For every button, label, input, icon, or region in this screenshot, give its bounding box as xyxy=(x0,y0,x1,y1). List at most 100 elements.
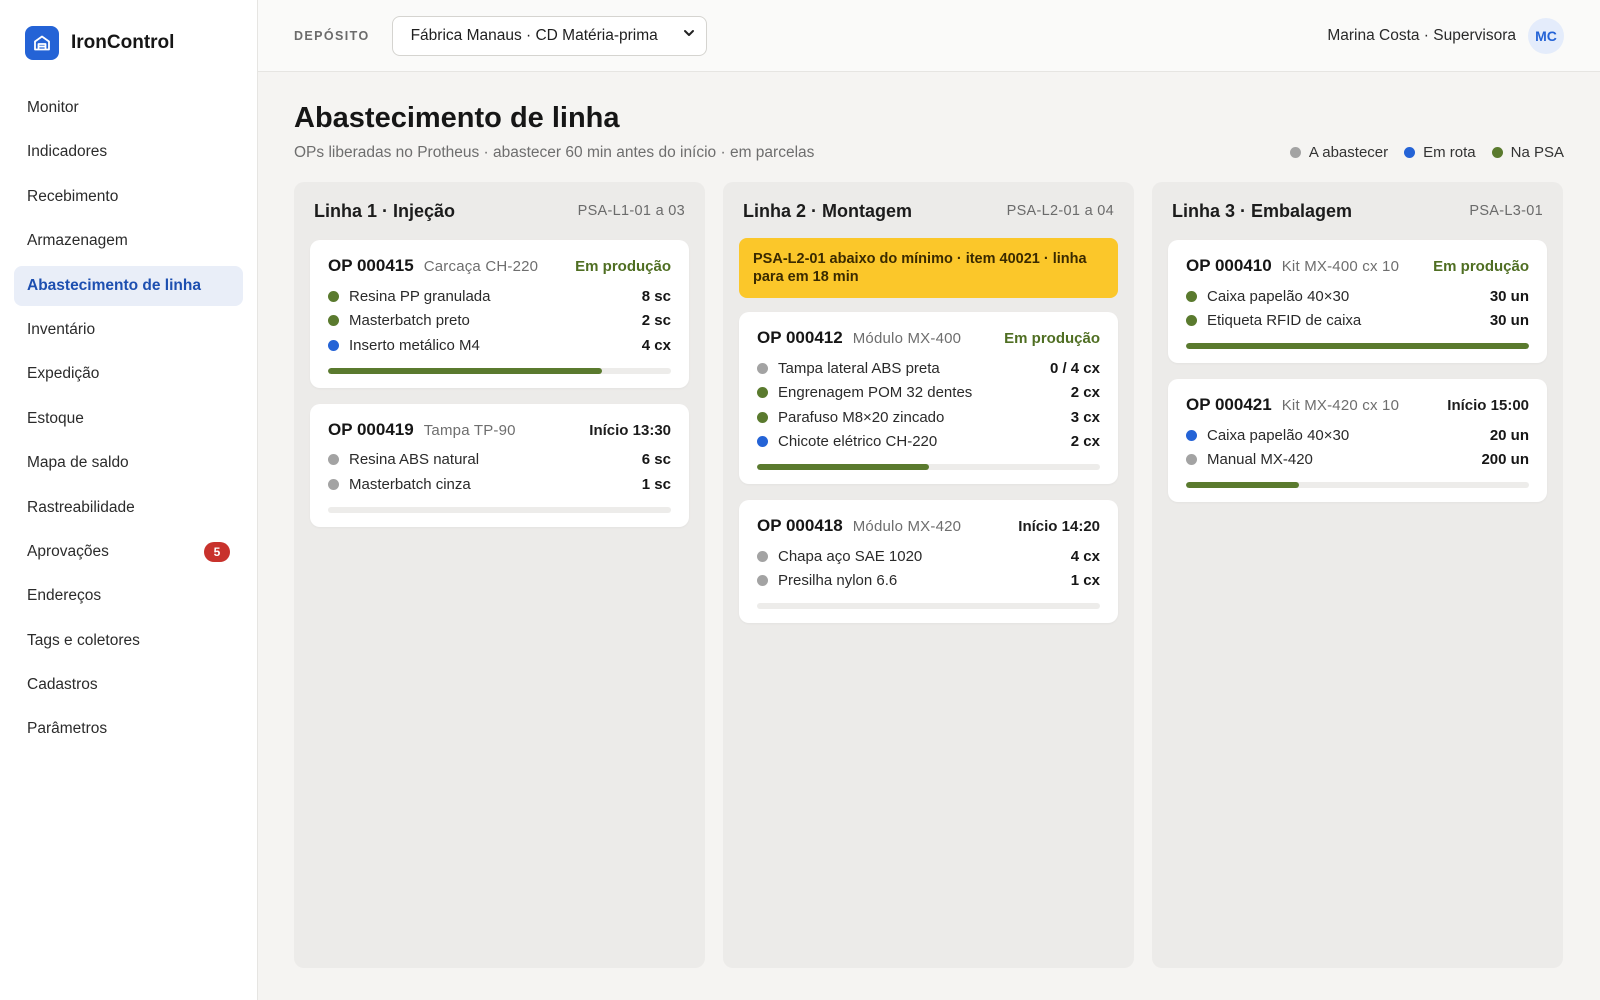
material-name: Chapa aço SAE 1020 xyxy=(778,547,923,565)
sidebar-item-armazenagem[interactable]: Armazenagem xyxy=(14,221,243,261)
op-status: Início 13:30 xyxy=(589,421,671,439)
op-status: Em produção xyxy=(575,258,671,275)
legend-dot-icon xyxy=(1491,147,1503,158)
status-dot-icon xyxy=(328,339,339,351)
legend-dot-icon xyxy=(1404,147,1416,158)
material-row: Resina PP granulada 8 sc xyxy=(328,284,671,309)
op-card-header: OP 000421 Kit MX-420 cx 10 Início 15:00 xyxy=(1186,395,1529,415)
op-card-header: OP 000418 Módulo MX-420 Início 14:20 xyxy=(757,516,1100,536)
op-card[interactable]: OP 000410 Kit MX-400 cx 10 Em produção Caix… xyxy=(1168,240,1547,363)
material-qty: 200 un xyxy=(1481,451,1529,469)
status-dot-icon xyxy=(757,362,768,374)
column-psa-range: PSA-L1-01 a 03 xyxy=(577,203,685,219)
sidebar-item-recebimento[interactable]: Recebimento xyxy=(14,177,243,217)
material-name: Resina ABS natural xyxy=(349,451,480,469)
sidebar-item-label: Expedição xyxy=(27,365,100,383)
material-name: Etiqueta RFID de caixa xyxy=(1207,312,1362,330)
sidebar-nav: Monitor Indicadores Recebimento Armazenagem… xyxy=(0,88,257,749)
material-row: Inserto metálico M4 4 cx xyxy=(328,333,671,358)
material-qty: 20 un xyxy=(1489,426,1529,444)
material-qty: 4 cx xyxy=(1070,547,1100,565)
column-header: Linha 1 · Injeção PSA-L1-01 a 03 xyxy=(310,182,689,240)
sidebar-item-estoque[interactable]: Estoque xyxy=(14,399,243,439)
material-row: Masterbatch cinza 1 sc xyxy=(328,472,671,497)
op-number: OP 000415 xyxy=(328,256,414,275)
sidebar-item-label: Recebimento xyxy=(27,187,119,205)
material-row: Masterbatch preto 2 sc xyxy=(328,309,671,334)
progress-bar-fill xyxy=(757,464,929,470)
material-name: Masterbatch cinza xyxy=(349,475,471,493)
op-number: OP 000412 xyxy=(757,328,843,347)
status-dot-icon xyxy=(757,550,768,562)
status-dot-icon xyxy=(757,411,768,423)
sidebar-item-cadastros[interactable]: Cadastros xyxy=(14,665,243,705)
status-dot-icon xyxy=(328,315,339,327)
sidebar-item-label: Parâmetros xyxy=(27,720,108,738)
legend-label: Em rota xyxy=(1423,144,1476,161)
material-qty: 4 cx xyxy=(641,336,671,354)
sidebar-item-label: Tags e coletores xyxy=(27,631,140,649)
sidebar-item-inventario[interactable]: Inventário xyxy=(14,310,243,350)
sidebar-item-parametros[interactable]: Parâmetros xyxy=(14,709,243,749)
material-name: Presilha nylon 6.6 xyxy=(778,572,898,590)
brand[interactable]: IronControl xyxy=(0,0,257,86)
op-product: Carcaça CH-220 xyxy=(423,258,539,275)
status-dot-icon xyxy=(757,387,768,399)
sidebar-item-monitor[interactable]: Monitor xyxy=(14,88,243,128)
shortage-alert[interactable]: PSA-L2-01 abaixo do mínimo · item 40021 … xyxy=(739,238,1118,298)
material-name: Caixa papelão 40×30 xyxy=(1207,426,1350,444)
op-card[interactable]: OP 000415 Carcaça CH-220 Em produção Resina… xyxy=(310,240,689,388)
op-product: Kit MX-420 cx 10 xyxy=(1281,397,1400,414)
material-qty: 30 un xyxy=(1489,312,1529,330)
op-card[interactable]: OP 000421 Kit MX-420 cx 10 Início 15:00 Cai… xyxy=(1168,379,1547,502)
sidebar-item-expedicao[interactable]: Expedição xyxy=(14,354,243,394)
top-bar: DEPÓSITO Fábrica Manaus · CD Matéria-pri… xyxy=(258,0,1600,72)
count-badge: 5 xyxy=(204,541,230,562)
material-row: Caixa papelão 40×30 30 un xyxy=(1186,284,1529,309)
material-row: Etiqueta RFID de caixa 30 un xyxy=(1186,309,1529,334)
column-header: Linha 3 · Embalagem PSA-L3-01 xyxy=(1168,182,1547,240)
status-dot-icon xyxy=(1186,315,1197,327)
material-row: Chapa aço SAE 1020 4 cx xyxy=(757,544,1100,569)
user-menu[interactable]: Marina Costa · Supervisora MC xyxy=(1327,17,1564,54)
op-product: Módulo MX-400 xyxy=(852,330,962,347)
progress-bar-fill xyxy=(1186,482,1300,488)
sidebar-item-mapa-de-saldo[interactable]: Mapa de saldo xyxy=(14,443,243,483)
sidebar-item-label: Cadastros xyxy=(27,676,98,694)
material-name: Chicote elétrico CH-220 xyxy=(778,433,938,451)
avatar[interactable]: MC xyxy=(1528,17,1564,54)
material-qty: 2 sc xyxy=(641,312,671,330)
sidebar-item-label: Abastecimento de linha xyxy=(27,276,201,294)
sidebar-item-abastecimento[interactable]: Abastecimento de linha xyxy=(14,265,243,306)
status-legend: A abastecer Em rota Na PSA xyxy=(1274,144,1564,161)
op-number: OP 000418 xyxy=(757,516,843,535)
material-qty: 2 cx xyxy=(1070,433,1100,451)
op-status: Início 14:20 xyxy=(1018,518,1100,535)
material-row: Parafuso M8×20 zincado 3 cx xyxy=(757,405,1100,430)
material-row: Tampa lateral ABS preta 0 / 4 cx xyxy=(757,356,1100,381)
progress-bar xyxy=(328,506,671,513)
sidebar-item-tags-coletores[interactable]: Tags e coletores xyxy=(14,621,243,661)
sidebar-item-indicadores[interactable]: Indicadores xyxy=(14,132,243,172)
sidebar-item-label: Endereços xyxy=(27,587,102,605)
legend-item: Em rota xyxy=(1404,144,1476,161)
deposit-select-value: Fábrica Manaus · CD Matéria-prima xyxy=(410,26,658,44)
sidebar-item-rastreabilidade[interactable]: Rastreabilidade xyxy=(14,488,243,528)
sidebar-item-enderecos[interactable]: Endereços xyxy=(14,576,243,616)
op-card[interactable]: OP 000418 Módulo MX-420 Início 14:20 Chapa … xyxy=(739,500,1118,623)
op-product: Kit MX-400 cx 10 xyxy=(1281,258,1400,275)
deposit-label: DEPÓSITO xyxy=(294,28,370,43)
material-qty: 30 un xyxy=(1489,287,1529,305)
progress-bar-fill xyxy=(1186,343,1529,349)
sidebar: IronControl Monitor Indicadores Recebiment… xyxy=(0,0,258,1000)
progress-bar xyxy=(757,603,1100,609)
sidebar-item-aprovacoes[interactable]: Aprovações 5 xyxy=(14,532,243,572)
deposit-select[interactable]: Fábrica Manaus · CD Matéria-prima xyxy=(391,15,707,56)
op-card[interactable]: OP 000419 Tampa TP-90 Início 13:30 Resina A… xyxy=(310,403,689,527)
progress-bar xyxy=(757,464,1100,470)
progress-bar-fill xyxy=(328,367,603,374)
op-card[interactable]: OP 000412 Módulo MX-400 Em produção Tampa l… xyxy=(739,312,1118,484)
sidebar-item-label: Estoque xyxy=(27,409,84,427)
material-name: Tampa lateral ABS preta xyxy=(778,359,940,377)
material-qty: 1 cx xyxy=(1070,572,1100,590)
